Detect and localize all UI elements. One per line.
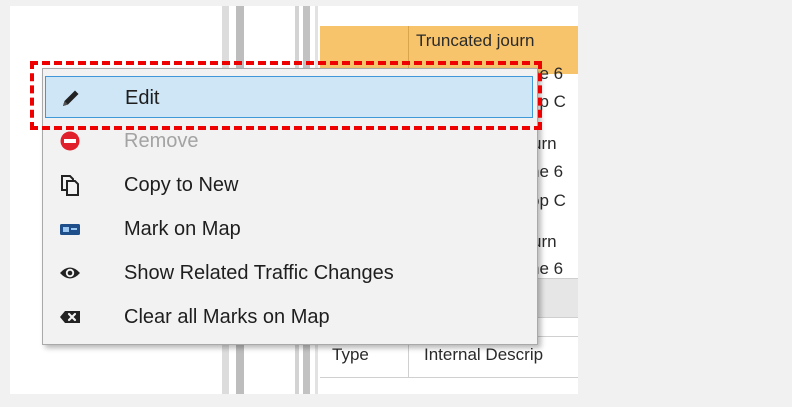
pencil-icon bbox=[63, 90, 79, 106]
menu-item-label: Remove bbox=[124, 130, 199, 152]
column-header-type[interactable]: Type bbox=[332, 345, 369, 365]
cell-divider bbox=[408, 26, 409, 74]
remove-icon bbox=[60, 131, 80, 151]
menu-item-mark-on-map[interactable]: Mark on Map bbox=[45, 208, 533, 250]
context-menu: Edit Remove Copy to New Mark on Map Show… bbox=[42, 68, 538, 345]
menu-item-remove[interactable]: Remove bbox=[45, 120, 533, 162]
menu-item-show-related-traffic-changes[interactable]: Show Related Traffic Changes bbox=[45, 252, 533, 294]
eye-icon bbox=[60, 267, 80, 279]
menu-item-label: Edit bbox=[125, 87, 160, 109]
menu-item-label: Clear all Marks on Map bbox=[124, 306, 330, 328]
copy-icon bbox=[61, 175, 79, 196]
menu-item-edit[interactable]: Edit bbox=[45, 76, 533, 118]
menu-item-clear-all-marks[interactable]: Clear all Marks on Map bbox=[45, 296, 533, 338]
menu-item-label: Copy to New bbox=[124, 174, 239, 196]
grid-cell-text: Truncated journ bbox=[416, 31, 535, 50]
menu-item-copy-to-new[interactable]: Copy to New bbox=[45, 164, 533, 206]
menu-item-label: Show Related Traffic Changes bbox=[124, 262, 394, 284]
clear-marks-icon bbox=[60, 311, 80, 323]
map-marker-icon bbox=[60, 224, 80, 235]
menu-item-label: Mark on Map bbox=[124, 218, 241, 240]
column-header-internal-description[interactable]: Internal Descrip bbox=[424, 345, 543, 365]
